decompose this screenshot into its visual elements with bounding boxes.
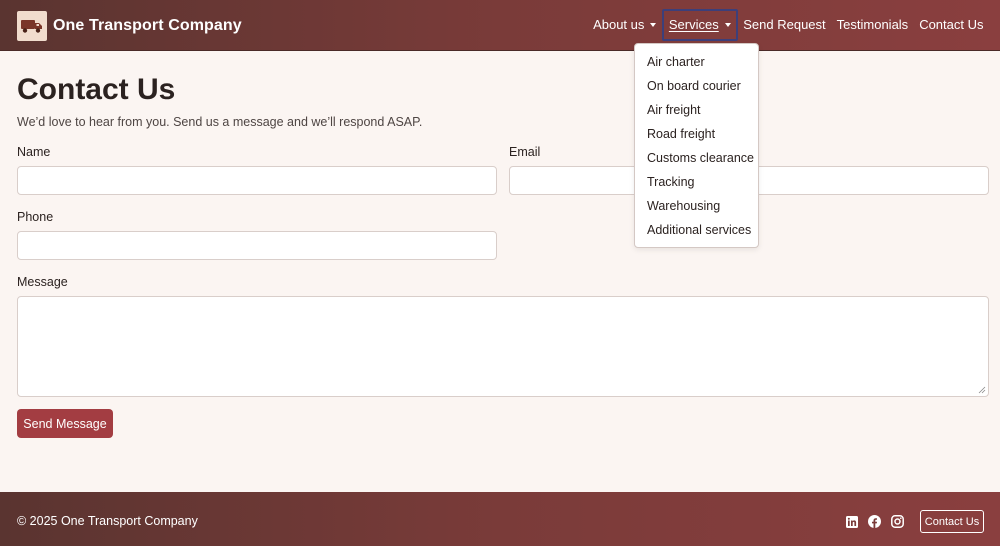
dropdown-item-air-freight[interactable]: Air freight bbox=[635, 100, 758, 124]
phone-input[interactable] bbox=[17, 231, 497, 260]
name-input[interactable] bbox=[17, 166, 497, 195]
navbar: One Transport Company About us Services … bbox=[0, 0, 1000, 51]
dropdown-item-customs-clearance[interactable]: Customs clearance bbox=[635, 148, 758, 172]
brand-name: One Transport Company bbox=[53, 17, 242, 34]
page-subtitle: We’d love to hear from you. Send us a me… bbox=[17, 115, 423, 129]
dropdown-item-additional-services[interactable]: Additional services bbox=[635, 220, 758, 244]
social-links bbox=[845, 515, 914, 528]
name-label: Name bbox=[17, 145, 51, 159]
caret-down-icon bbox=[650, 23, 657, 27]
page-title: Contact Us bbox=[17, 73, 176, 106]
email-label: Email bbox=[509, 145, 541, 159]
message-textarea[interactable] bbox=[17, 296, 989, 397]
send-message-button[interactable]: Send Message bbox=[17, 409, 113, 438]
services-dropdown: Air charter On board courier Air freight… bbox=[634, 43, 759, 248]
dropdown-item-on-board-courier[interactable]: On board courier bbox=[635, 76, 758, 100]
dropdown-item-warehousing[interactable]: Warehousing bbox=[635, 196, 758, 220]
nav-contact-us[interactable]: Contact Us bbox=[914, 9, 989, 41]
footer: © 2025 One Transport Company Contact Us bbox=[0, 492, 1000, 546]
nav-services[interactable]: Services bbox=[661, 9, 738, 41]
nav-about-us[interactable]: About us bbox=[588, 9, 662, 41]
truck-icon bbox=[17, 11, 47, 41]
brand[interactable]: One Transport Company bbox=[17, 11, 242, 41]
nav-about-us-label: About us bbox=[593, 17, 645, 32]
nav-services-label: Services bbox=[668, 17, 719, 32]
nav-send-request-label: Send Request bbox=[743, 17, 826, 32]
nav-contact-us-label: Contact Us bbox=[919, 17, 984, 32]
nav-testimonials-label: Testimonials bbox=[836, 17, 909, 32]
instagram-icon[interactable] bbox=[891, 515, 904, 528]
dropdown-item-air-charter[interactable]: Air charter bbox=[635, 52, 758, 76]
message-label: Message bbox=[17, 275, 68, 289]
caret-down-icon bbox=[724, 23, 731, 27]
nav-testimonials[interactable]: Testimonials bbox=[831, 9, 914, 41]
nav-send-request[interactable]: Send Request bbox=[738, 9, 831, 41]
facebook-icon[interactable] bbox=[868, 515, 881, 528]
contact-section: Contact Us We’d love to hear from you. S… bbox=[17, 72, 989, 129]
footer-contact-button[interactable]: Contact Us bbox=[920, 510, 984, 533]
dropdown-item-tracking[interactable]: Tracking bbox=[635, 172, 758, 196]
linkedin-icon[interactable] bbox=[845, 515, 858, 528]
phone-label: Phone bbox=[17, 210, 54, 224]
main-nav: About us Services Send Request Testimoni… bbox=[588, 9, 989, 41]
resize-grip-icon[interactable] bbox=[978, 386, 986, 394]
copyright-text: © 2025 One Transport Company bbox=[17, 514, 198, 528]
dropdown-item-road-freight[interactable]: Road freight bbox=[635, 124, 758, 148]
